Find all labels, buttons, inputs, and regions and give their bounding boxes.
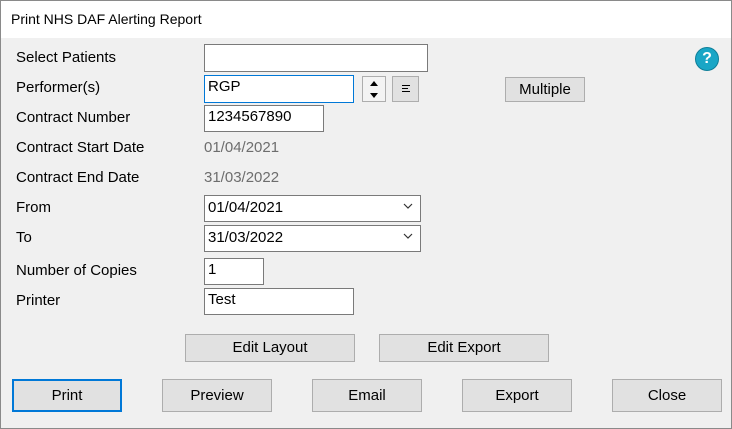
from-label: From [16,199,51,216]
spin-down-icon[interactable] [363,89,385,101]
to-date-dropdown[interactable]: 31/03/2022 [204,225,421,252]
spin-up-icon[interactable] [363,77,385,89]
email-button[interactable]: Email [312,379,422,412]
print-button[interactable]: Print [12,379,122,412]
number-of-copies-label: Number of Copies [16,262,137,279]
multiple-button[interactable]: Multiple [505,77,585,102]
export-button[interactable]: Export [462,379,572,412]
edit-export-button[interactable]: Edit Export [379,334,549,362]
performers-label: Performer(s) [16,79,101,96]
close-button[interactable]: Close [612,379,722,412]
title-bar: Print NHS DAF Alerting Report [1,1,731,38]
select-patients-label: Select Patients [16,49,117,66]
contract-number-label: Contract Number [16,109,131,126]
printer-field[interactable]: Test [204,288,354,315]
copies-field[interactable]: 1 [204,258,264,285]
performer-field[interactable]: RGP [204,75,354,103]
edit-layout-button[interactable]: Edit Layout [185,334,355,362]
from-date-value: 01/04/2021 [208,199,284,216]
chevron-down-icon [403,233,413,239]
preview-button[interactable]: Preview [162,379,272,412]
window-title: Print NHS DAF Alerting Report [11,11,202,27]
chevron-down-icon [403,203,413,209]
help-icon[interactable]: ? [695,47,719,71]
contract-start-date-value: 01/04/2021 [204,139,280,156]
from-date-dropdown[interactable]: 01/04/2021 [204,195,421,222]
performer-spinner[interactable] [362,76,386,102]
contract-number-field[interactable]: 1234567890 [204,105,324,132]
list-icon [401,85,410,92]
printer-label: Printer [16,292,61,309]
contract-start-date-label: Contract Start Date [16,139,145,156]
performer-list-button[interactable] [392,76,419,102]
to-date-value: 31/03/2022 [208,229,284,246]
dialog-window: Print NHS DAF Alerting Report ? Select P… [0,0,732,429]
to-label: To [16,229,32,246]
contract-end-date-label: Contract End Date [16,169,140,186]
contract-end-date-value: 31/03/2022 [204,169,280,186]
select-patients-field[interactable] [204,44,428,72]
